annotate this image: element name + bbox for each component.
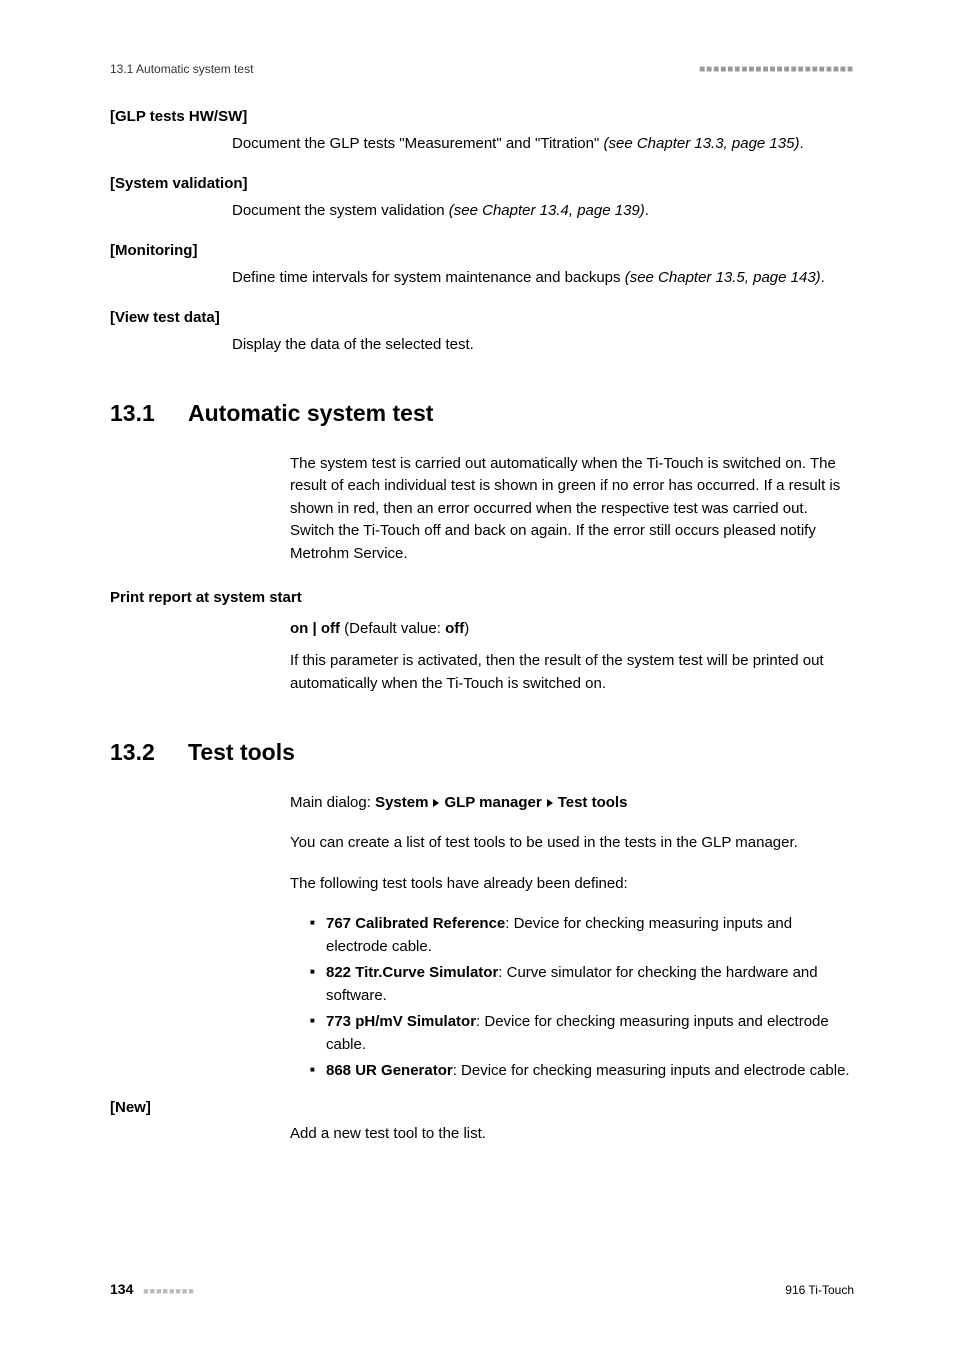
list-item: 822 Titr.Curve Simulator: Curve simulato…	[310, 962, 854, 1007]
section-title: Test tools	[188, 735, 295, 770]
definition-term: [New]	[110, 1097, 854, 1120]
parameter-block: on | off (Default value: off) If this pa…	[290, 618, 854, 696]
section-heading-13-2: 13.2 Test tools	[110, 735, 854, 770]
list-item: 767 Calibrated Reference: Device for che…	[310, 913, 854, 958]
section-132-para1: You can create a list of test tools to b…	[290, 832, 854, 855]
triangle-icon	[547, 799, 553, 807]
definition-view-test-data: [View test data] Display the data of the…	[110, 307, 854, 356]
section-number: 13.2	[110, 735, 188, 770]
definition-system-validation: [System validation] Document the system …	[110, 173, 854, 222]
parameter-description: If this parameter is activated, then the…	[290, 650, 854, 695]
list-item: 868 UR Generator: Device for checking me…	[310, 1060, 854, 1083]
main-dialog-path: Main dialog: SystemGLP managerTest tools	[290, 792, 854, 815]
header-decoration: ■■■■■■■■■■■■■■■■■■■■■■	[699, 62, 854, 77]
page-footer: 134 ■■■■■■■■ 916 Ti-Touch	[110, 1279, 854, 1300]
footer-decoration: ■■■■■■■■	[143, 1286, 195, 1296]
definition-description: Display the data of the selected test.	[232, 334, 854, 357]
page-header: 13.1 Automatic system test ■■■■■■■■■■■■■…	[110, 60, 854, 78]
definition-description: Document the GLP tests "Measurement" and…	[232, 133, 854, 156]
definition-description: Define time intervals for system mainten…	[232, 267, 854, 290]
definition-term: [View test data]	[110, 307, 854, 330]
footer-page-number: 134 ■■■■■■■■	[110, 1279, 195, 1300]
definition-term: [GLP tests HW/SW]	[110, 106, 854, 129]
triangle-icon	[433, 799, 439, 807]
footer-product-name: 916 Ti-Touch	[785, 1281, 854, 1299]
header-section-label: 13.1 Automatic system test	[110, 60, 253, 78]
parameter-values: on | off (Default value: off)	[290, 618, 854, 641]
section-132-para2: The following test tools have already be…	[290, 873, 854, 896]
section-title: Automatic system test	[188, 396, 433, 431]
list-item: 773 pH/mV Simulator: Device for checking…	[310, 1011, 854, 1056]
section-number: 13.1	[110, 396, 188, 431]
test-tools-list: 767 Calibrated Reference: Device for che…	[310, 913, 854, 1083]
section-131-paragraph: The system test is carried out automatic…	[290, 453, 854, 566]
definition-glp-tests: [GLP tests HW/SW] Document the GLP tests…	[110, 106, 854, 155]
definition-description: Add a new test tool to the list.	[290, 1123, 854, 1146]
section-heading-13-1: 13.1 Automatic system test	[110, 396, 854, 431]
definition-term: [System validation]	[110, 173, 854, 196]
parameter-name: Print report at system start	[110, 587, 854, 610]
definition-new: [New] Add a new test tool to the list.	[110, 1097, 854, 1146]
definition-description: Document the system validation (see Chap…	[232, 200, 854, 223]
definition-monitoring: [Monitoring] Define time intervals for s…	[110, 240, 854, 289]
definition-term: [Monitoring]	[110, 240, 854, 263]
